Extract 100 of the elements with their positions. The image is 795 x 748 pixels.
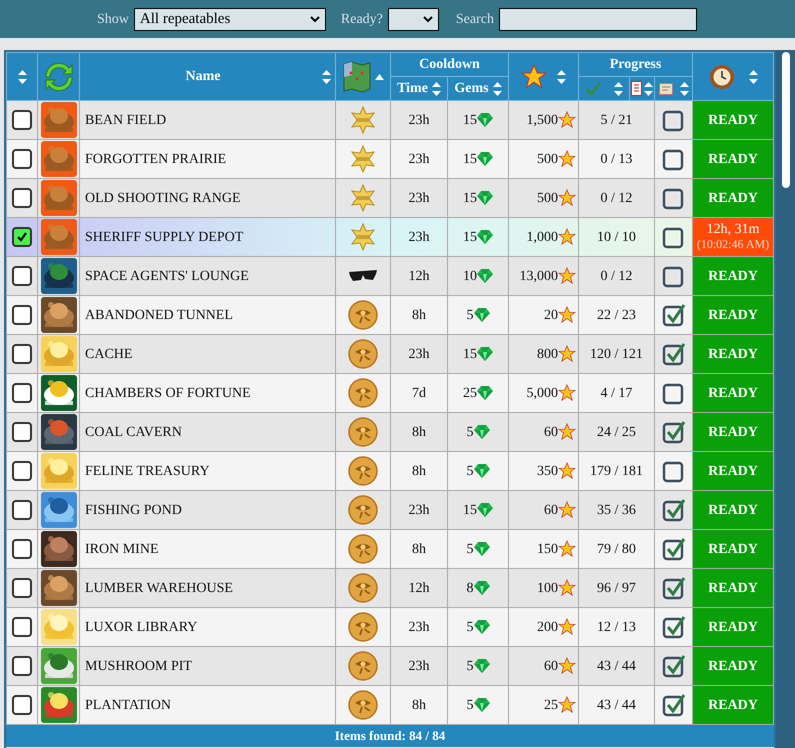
- sort-icon[interactable]: [432, 82, 441, 96]
- sunglasses-icon: [348, 269, 378, 283]
- progress-cell: 96 / 97: [597, 580, 636, 596]
- name-cell: BEAN FIELD: [85, 112, 166, 128]
- checkbox[interactable]: [12, 422, 32, 442]
- sort-icon[interactable]: [492, 82, 502, 96]
- refresh-icon[interactable]: [44, 62, 74, 90]
- table-row[interactable]: COAL CAVERN 8h 5 60 24 / 25 READY: [6, 412, 774, 452]
- checked-box-icon[interactable]: [662, 537, 686, 561]
- checkbox[interactable]: [12, 539, 32, 559]
- sort-icon[interactable]: [614, 82, 623, 96]
- table-row[interactable]: SPACE AGENTS' LOUNGE 12h 10 13,000 0 / 12 READY: [6, 256, 774, 296]
- ready-status: READY: [692, 608, 774, 646]
- checkbox[interactable]: [12, 578, 32, 598]
- stars-cell-text: 800: [537, 346, 558, 364]
- progress-cell: 120 / 121: [590, 346, 643, 362]
- checkbox[interactable]: [12, 617, 32, 637]
- checkbox[interactable]: [12, 305, 32, 325]
- checkbox[interactable]: [12, 266, 32, 286]
- table-row[interactable]: LUXOR LIBRARY 23h 5 200 12 / 13 READY: [6, 608, 774, 646]
- checkbox[interactable]: [12, 188, 32, 208]
- scrollbar[interactable]: [776, 50, 795, 748]
- empty-box-icon[interactable]: [662, 225, 686, 249]
- table-row[interactable]: IRON MINE 8h 5 150 79 / 80 READY: [6, 530, 774, 568]
- checked-box-icon[interactable]: [662, 693, 686, 717]
- table-row[interactable]: CHAMBERS OF FORTUNE 7d 25 5,000 4 / 17 READY: [6, 374, 774, 412]
- gems-cell-text: 15: [463, 190, 477, 208]
- stars-cell-text: 60: [544, 658, 558, 676]
- checkbox[interactable]: [12, 461, 32, 481]
- checkbox[interactable]: [12, 383, 32, 403]
- star-icon: [558, 150, 576, 168]
- time-cell: 23h: [408, 620, 430, 634]
- name-cell: CACHE: [85, 346, 132, 362]
- table-row[interactable]: PLANTATION 8h 5 25 43 / 44 READY: [6, 686, 774, 724]
- note-icon[interactable]: [658, 82, 672, 94]
- table-row[interactable]: MUSHROOM PIT 23h 5 60 43 / 44 READY: [6, 646, 774, 686]
- checkbox[interactable]: [12, 344, 32, 364]
- empty-box-icon[interactable]: [662, 459, 686, 483]
- table-row[interactable]: BEAN FIELD 23h 15 1,500 5 / 21 READY: [6, 100, 774, 140]
- empty-box-icon[interactable]: [662, 108, 686, 132]
- gems-cell-text: 15: [463, 346, 477, 364]
- empty-box-icon[interactable]: [662, 381, 686, 405]
- table-row[interactable]: CACHE 23h 15 800 120 / 121 READY: [6, 334, 774, 374]
- sort-icon[interactable]: [680, 82, 689, 96]
- sort-ascending-icon[interactable]: [375, 74, 384, 80]
- ready-status: READY: [692, 686, 774, 724]
- checked-box-icon[interactable]: [662, 654, 686, 678]
- gem-icon: [477, 230, 493, 244]
- sort-icon[interactable]: [557, 70, 566, 84]
- table-row[interactable]: SHERIFF SUPPLY DEPOT 23h 15 1,000 10 / 10 12h, 31m (10:02:46 AM): [6, 218, 774, 256]
- stars-cell-text: 350: [537, 462, 558, 480]
- checkbox[interactable]: [12, 656, 32, 676]
- checked-box-icon[interactable]: [662, 615, 686, 639]
- table-row[interactable]: FORGOTTEN PRAIRIE 23h 15 500 0 / 13 READY: [6, 140, 774, 178]
- checked-box-icon[interactable]: [662, 342, 686, 366]
- time-cell: 12h: [408, 268, 430, 284]
- checked-box-icon[interactable]: [662, 420, 686, 444]
- ready-status: READY: [692, 374, 774, 412]
- stars-cell-text: 1,000: [526, 228, 558, 246]
- empty-box-icon[interactable]: [662, 147, 686, 171]
- progress-cell: 5 / 21: [600, 112, 632, 128]
- table-row[interactable]: FELINE TREASURY 8h 5 350 179 / 181 READY: [6, 452, 774, 490]
- eye-coin-icon: [348, 339, 378, 369]
- empty-box-icon[interactable]: [662, 264, 686, 288]
- table-row[interactable]: OLD SHOOTING RANGE 23h 15 500 0 / 12 READY: [6, 178, 774, 218]
- checked-box-icon[interactable]: [662, 576, 686, 600]
- time-cell: 7d: [412, 386, 426, 400]
- sort-icon[interactable]: [748, 70, 758, 84]
- gem-icon: [474, 581, 490, 595]
- stars-cell-text: 500: [537, 150, 558, 168]
- ready-status: READY: [692, 490, 774, 530]
- search-field[interactable]: [498, 8, 697, 30]
- checkbox[interactable]: [12, 695, 32, 715]
- name-cell: LUXOR LIBRARY: [85, 620, 198, 634]
- name-cell: COAL CAVERN: [85, 424, 182, 440]
- checked-box-icon[interactable]: [662, 303, 686, 327]
- sort-icon[interactable]: [322, 70, 331, 84]
- checkbox[interactable]: [12, 500, 32, 520]
- checkbox[interactable]: [12, 149, 32, 169]
- show-dropdown[interactable]: All repeatables: [134, 8, 326, 30]
- empty-box-icon[interactable]: [662, 186, 686, 210]
- eye-coin-icon: [348, 495, 378, 525]
- ready-dropdown[interactable]: [388, 8, 439, 30]
- name-cell: ABANDONED TUNNEL: [85, 308, 233, 322]
- checked-box-icon[interactable]: [662, 498, 686, 522]
- sort-icon[interactable]: [18, 70, 26, 84]
- map-icon[interactable]: [342, 60, 372, 92]
- checkbox[interactable]: [12, 110, 32, 130]
- checkbox[interactable]: [12, 227, 32, 247]
- table-row[interactable]: LUMBER WAREHOUSE 12h 8 100 96 / 97 READY: [6, 568, 774, 608]
- checkmark-icon[interactable]: [585, 82, 602, 96]
- gems-cell-text: 15: [463, 112, 477, 130]
- list-icon[interactable]: [631, 81, 642, 96]
- ready-status: READY: [692, 100, 774, 140]
- progress-cell: 43 / 44: [597, 658, 636, 674]
- table-row[interactable]: FISHING POND 23h 15 60 35 / 36 READY: [6, 490, 774, 530]
- name-cell: FELINE TREASURY: [85, 464, 210, 478]
- table-row[interactable]: ABANDONED TUNNEL 8h 5 20 22 / 23 READY: [6, 296, 774, 334]
- gem-icon: [474, 464, 490, 478]
- name-cell: FISHING POND: [85, 502, 182, 518]
